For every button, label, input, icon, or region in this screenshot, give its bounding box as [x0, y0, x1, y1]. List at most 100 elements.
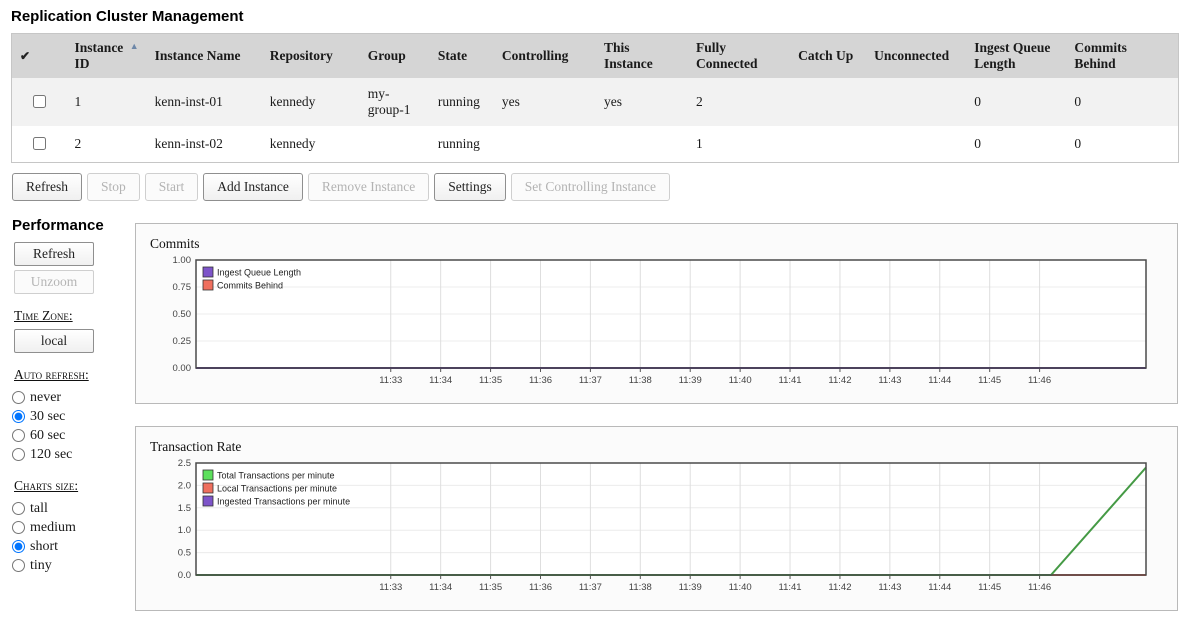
table-row[interactable]: 1 kenn-inst-01 kennedy my-group-1 runnin…: [12, 78, 1179, 126]
transaction-rate-chart-panel: Transaction Rate 0.00.51.01.52.02.511:33…: [135, 426, 1178, 611]
column-header-label: State: [438, 48, 467, 63]
check-icon: ✔: [20, 49, 30, 63]
set-controlling-instance-button[interactable]: Set Controlling Instance: [511, 173, 670, 201]
charts-size-option-tall[interactable]: tall: [12, 499, 135, 518]
row-select-checkbox[interactable]: [33, 137, 46, 150]
table-cell: [494, 126, 596, 163]
x-tick-label: 11:38: [629, 582, 652, 593]
col-ingest-queue-length[interactable]: Ingest Queue Length: [966, 34, 1066, 79]
col-unconnected[interactable]: Unconnected: [866, 34, 966, 79]
cluster-table: ✔ Instance ID▲ Instance Name Repository …: [11, 33, 1179, 163]
radio-label: tall: [30, 499, 48, 518]
column-header-label: Ingest Queue Length: [974, 40, 1050, 71]
start-button[interactable]: Start: [145, 173, 199, 201]
radio-medium[interactable]: [12, 521, 25, 534]
radio-60sec[interactable]: [12, 429, 25, 442]
unzoom-button[interactable]: Unzoom: [14, 270, 94, 294]
table-cell: 0: [966, 78, 1066, 126]
column-header-label: Instance ID: [75, 40, 124, 71]
x-tick-label: 11:46: [1028, 582, 1051, 593]
table-cell: 2: [688, 78, 790, 126]
x-tick-label: 11:40: [729, 375, 752, 386]
column-header-label: Unconnected: [874, 48, 949, 63]
column-header-label: Fully Connected: [696, 40, 758, 71]
stop-button[interactable]: Stop: [87, 173, 140, 201]
radio-label: tiny: [30, 556, 52, 575]
charts-size-option-tiny[interactable]: tiny: [12, 556, 135, 575]
auto-refresh-option-60sec[interactable]: 60 sec: [12, 426, 135, 445]
legend-label: Ingest Queue Length: [217, 268, 301, 278]
table-cell: [866, 126, 966, 163]
radio-label: 30 sec: [30, 407, 65, 426]
charts-size-option-medium[interactable]: medium: [12, 518, 135, 537]
legend-swatch: [203, 280, 213, 290]
charts-size-label: Charts size:: [14, 478, 135, 494]
col-controlling[interactable]: Controlling: [494, 34, 596, 79]
column-header-label: Catch Up: [798, 48, 853, 63]
table-cell: kennedy: [262, 78, 360, 126]
col-repository[interactable]: Repository: [262, 34, 360, 79]
x-tick-label: 11:39: [679, 582, 702, 593]
column-header-label: Commits Behind: [1074, 40, 1127, 71]
col-catch-up[interactable]: Catch Up: [790, 34, 866, 79]
sort-asc-icon[interactable]: ▲: [130, 41, 139, 51]
auto-refresh-option-30sec[interactable]: 30 sec: [12, 407, 135, 426]
add-instance-button[interactable]: Add Instance: [203, 173, 303, 201]
commits-chart[interactable]: 0.000.250.500.751.0011:3311:3411:3511:36…: [148, 255, 1165, 395]
auto-refresh-option-120sec[interactable]: 120 sec: [12, 445, 135, 464]
x-tick-label: 11:33: [379, 375, 402, 386]
table-row[interactable]: 2 kenn-inst-02 kennedy running 1 0 0: [12, 126, 1179, 163]
legend-swatch: [203, 267, 213, 277]
table-cell: 1: [688, 126, 790, 163]
col-this-instance[interactable]: This Instance: [596, 34, 688, 79]
perf-refresh-button[interactable]: Refresh: [14, 242, 94, 266]
radio-120sec[interactable]: [12, 448, 25, 461]
x-tick-label: 11:39: [679, 375, 702, 386]
y-tick-label: 0.25: [173, 336, 192, 347]
legend-label: Ingested Transactions per minute: [217, 497, 350, 507]
remove-instance-button[interactable]: Remove Instance: [308, 173, 429, 201]
table-cell: 0: [966, 126, 1066, 163]
radio-30sec[interactable]: [12, 410, 25, 423]
x-tick-label: 11:38: [629, 375, 652, 386]
timezone-button[interactable]: local: [14, 329, 94, 353]
x-tick-label: 11:42: [828, 375, 851, 386]
radio-label: short: [30, 537, 58, 556]
col-state[interactable]: State: [430, 34, 494, 79]
col-instance-name[interactable]: Instance Name: [147, 34, 262, 79]
col-fully-connected[interactable]: Fully Connected: [688, 34, 790, 79]
table-cell: 2: [67, 126, 147, 163]
refresh-button[interactable]: Refresh: [12, 173, 82, 201]
auto-refresh-option-never[interactable]: never: [12, 388, 135, 407]
table-cell: 0: [1066, 126, 1178, 163]
radio-tall[interactable]: [12, 502, 25, 515]
x-tick-label: 11:44: [928, 375, 951, 386]
settings-button[interactable]: Settings: [434, 173, 506, 201]
col-group[interactable]: Group: [360, 34, 430, 79]
x-tick-label: 11:37: [579, 582, 602, 593]
table-cell: [360, 126, 430, 163]
row-select-checkbox[interactable]: [33, 95, 46, 108]
chart-plot[interactable]: 0.00.51.01.52.02.511:3311:3411:3511:3611…: [148, 458, 1158, 597]
chart-title: Transaction Rate: [150, 439, 1165, 455]
radio-short[interactable]: [12, 540, 25, 553]
x-tick-label: 11:34: [429, 582, 452, 593]
x-tick-label: 11:43: [878, 582, 901, 593]
charts-size-option-short[interactable]: short: [12, 537, 135, 556]
radio-tiny[interactable]: [12, 559, 25, 572]
transaction-rate-chart[interactable]: 0.00.51.01.52.02.511:3311:3411:3511:3611…: [148, 458, 1165, 602]
col-instance-id[interactable]: Instance ID ▲: [67, 34, 147, 79]
x-tick-label: 11:40: [729, 582, 752, 593]
column-header-label: Repository: [270, 48, 333, 63]
col-select-all: ✔: [12, 34, 67, 79]
chart-plot[interactable]: 0.000.250.500.751.0011:3311:3411:3511:36…: [148, 255, 1158, 390]
cluster-toolbar: Refresh Stop Start Add Instance Remove I…: [12, 173, 1180, 201]
radio-label: 60 sec: [30, 426, 65, 445]
x-tick-label: 11:36: [529, 582, 552, 593]
col-commits-behind[interactable]: Commits Behind: [1066, 34, 1178, 79]
performance-section: Performance Refresh Unzoom Time Zone: lo…: [11, 217, 1180, 611]
table-cell: 1: [67, 78, 147, 126]
table-cell: kennedy: [262, 126, 360, 163]
performance-sidebar: Performance Refresh Unzoom Time Zone: lo…: [11, 217, 135, 575]
radio-never[interactable]: [12, 391, 25, 404]
